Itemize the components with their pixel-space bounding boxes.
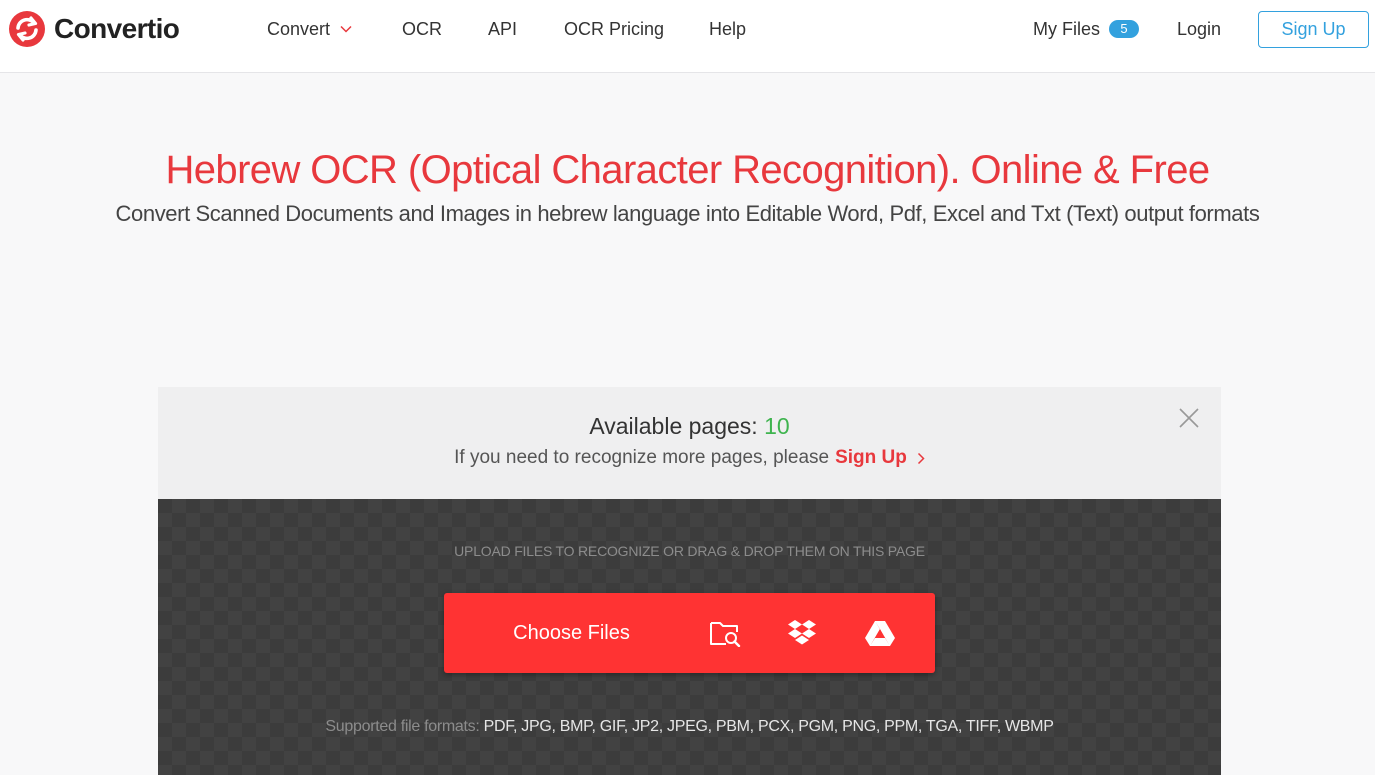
page-limit-notice: Available pages: 10 If you need to recog… <box>158 387 1221 499</box>
choose-files-button-group: Choose Files <box>444 593 935 673</box>
dropzone-hint: UPLOAD FILES TO RECOGNIZE OR DRAG & DROP… <box>454 543 925 559</box>
page-title: Hebrew OCR (Optical Character Recognitio… <box>165 148 1211 192</box>
logo-link[interactable]: Convertio <box>8 10 180 48</box>
my-files-count-badge: 5 <box>1109 20 1139 38</box>
chevron-right-icon <box>917 452 925 464</box>
nav-help[interactable]: Help <box>709 18 746 40</box>
chevron-down-icon <box>340 25 352 33</box>
supported-formats-label: Supported file formats: <box>325 718 480 735</box>
close-icon[interactable] <box>1178 407 1200 429</box>
nav-ocr[interactable]: OCR <box>402 18 442 40</box>
top-header: Convertio Convert OCR API OCR Pricing He… <box>0 0 1375 73</box>
limit-sign-up-link[interactable]: Sign Up <box>835 445 925 471</box>
login-link[interactable]: Login <box>1177 18 1221 40</box>
available-pages-count: 10 <box>764 413 790 439</box>
supported-formats: Supported file formats: PDF, JPG, BMP, G… <box>158 718 1221 736</box>
nav-convert[interactable]: Convert <box>267 18 352 40</box>
nav-ocr-pricing[interactable]: OCR Pricing <box>564 18 664 40</box>
upload-card: Available pages: 10 If you need to recog… <box>158 387 1221 775</box>
sign-up-button[interactable]: Sign Up <box>1258 11 1369 48</box>
my-files-label: My Files <box>1033 19 1100 39</box>
limit-message: If you need to recognize more pages, ple… <box>158 445 1221 471</box>
supported-formats-list: PDF, JPG, BMP, GIF, JP2, JPEG, PBM, PCX,… <box>483 718 1054 735</box>
folder-search-icon[interactable] <box>708 617 742 649</box>
available-pages: Available pages: 10 <box>158 411 1221 441</box>
logo-text: Convertio <box>54 13 180 44</box>
dropbox-icon[interactable] <box>785 617 819 649</box>
nav-api[interactable]: API <box>488 18 517 40</box>
file-dropzone[interactable]: UPLOAD FILES TO RECOGNIZE OR DRAG & DROP… <box>158 499 1221 775</box>
google-drive-icon[interactable] <box>863 617 897 649</box>
convertio-logo-icon <box>9 11 45 47</box>
limit-sign-up-label: Sign Up <box>835 447 907 468</box>
nav-convert-label: Convert <box>267 19 331 39</box>
limit-message-text: If you need to recognize more pages, ple… <box>454 447 830 468</box>
choose-files-button[interactable]: Choose Files <box>444 593 699 673</box>
available-pages-label: Available pages: <box>589 413 758 439</box>
my-files-link[interactable]: My Files 5 <box>1033 18 1139 40</box>
page-subtitle: Convert Scanned Documents and Images in … <box>115 201 1260 226</box>
